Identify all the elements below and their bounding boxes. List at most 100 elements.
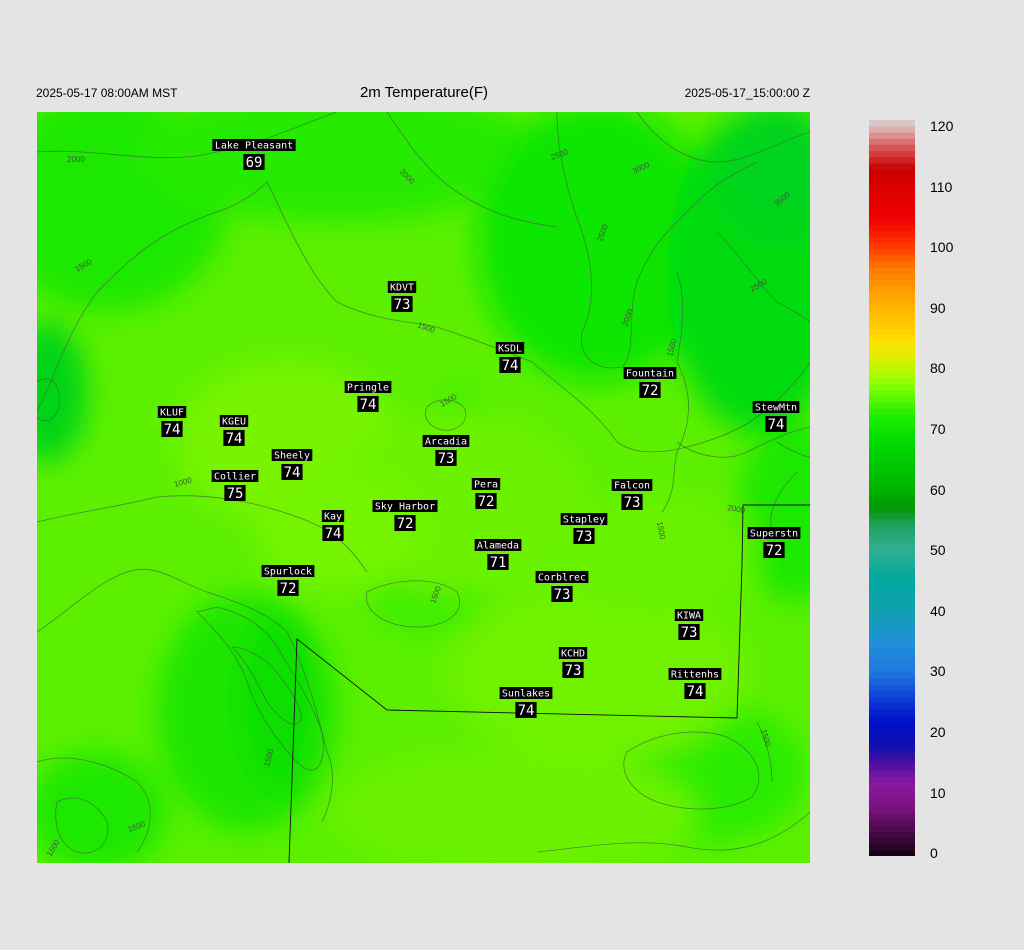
colorbar-segment [869,169,915,176]
colorbar-segment [869,438,915,446]
colorbar-segment [869,831,915,839]
colorbar-segment [869,788,915,796]
colorbar-segment [869,714,915,722]
station-temperature: 73 [565,663,582,679]
colorbar-segment [869,389,915,397]
station-name: Sheely [274,451,310,462]
colorbar-segment [869,500,915,507]
colorbar-segment [869,420,915,428]
colorbar-segment [869,218,915,225]
colorbar-segment [869,849,915,856]
colorbar-segment [869,224,915,231]
colorbar-segment [869,310,915,317]
colorbar-tick: 30 [930,663,946,680]
station-temperature: 75 [227,486,244,502]
colorbar-segment [869,445,915,452]
colorbar-segment [869,212,915,219]
colorbar-segment [869,837,915,845]
colorbar-tick: 110 [930,178,953,195]
colorbar-segment [869,273,915,280]
colorbar-segment [869,727,915,734]
colorbar-segment [869,604,915,612]
colorbar-segment [869,782,915,790]
colorbar-segment [869,328,915,336]
station-marker: KSDL 74 [495,342,525,374]
colorbar-segment [869,684,915,691]
station-name: Arcadia [425,437,467,448]
colorbar-segment [869,825,915,832]
colorbar-segment [869,530,915,538]
colorbar-segment [869,353,915,360]
colorbar-segment [869,285,915,293]
station-marker: KIWA 73 [674,609,704,641]
colorbar-segment [869,402,915,409]
colorbar-segment [869,414,915,422]
colorbar-segment [869,193,915,201]
colorbar-segment [869,629,915,636]
colorbar-segment [869,524,915,532]
colorbar-segment [869,512,915,520]
colorbar-segment [869,537,915,544]
colorbar-segment [869,506,915,514]
station-name: Pringle [347,383,389,394]
colorbar-segment [869,181,915,188]
colorbar-segment [869,426,915,434]
station-temperature: 73 [624,495,641,511]
colorbar-segment [869,567,915,575]
colorbar-segment [869,739,915,747]
colorbar-segment [869,819,915,826]
colorbar-segment [869,132,915,139]
valid-time-utc: 2025-05-17_15:00:00 Z [684,86,810,100]
station-temperature: 74 [687,684,704,700]
colorbar-segment [869,672,915,679]
station-temperature: 72 [397,516,414,532]
colorbar-segment [869,340,915,348]
colorbar-segment [869,690,915,698]
colorbar-segment [869,622,915,630]
station-name: Rittenhs [671,670,719,681]
colorbar-segment [869,408,915,415]
station-temperature: 73 [576,529,593,545]
station-name: Pera [474,480,498,491]
station-marker: Kay 74 [321,510,345,542]
colorbar-segment [869,126,915,133]
colorbar-segment [869,248,915,256]
station-name: Lake Pleasant [215,141,293,152]
colorbar-segment [869,365,915,372]
colorbar-segment [869,451,915,458]
station-temperature: 72 [642,383,659,399]
station-temperature: 74 [164,422,181,438]
station-name: KSDL [498,344,522,355]
station-name: Corblrec [538,573,586,584]
station-temperature: 74 [502,358,519,374]
colorbar-segment [869,573,915,581]
station-temperature: 73 [438,451,455,467]
station-marker: KGEU 74 [219,415,249,447]
colorbar-segment [869,665,915,673]
colorbar-segment [869,316,915,323]
colorbar-segment [869,230,915,238]
colorbar-segment [869,254,915,262]
colorbar-segment [869,794,915,802]
station-temperature: 69 [246,155,263,171]
colorbar-segment [869,745,915,753]
colorbar-segment [869,138,915,146]
station-name: Kay [324,512,342,523]
colorbar-segment [869,764,915,771]
station-temperature: 73 [394,297,411,313]
colorbar-segment [869,708,915,716]
colorbar-tick: 0 [930,845,938,862]
station-name: Sky Harbor [375,502,435,513]
colorbar-segment [869,653,915,661]
colorbar-segment [869,383,915,391]
colorbar-segment [869,494,915,501]
contour-label: 2000 [67,155,85,164]
station-temperature: 74 [284,465,301,481]
colorbar-segment [869,776,915,783]
station-temperature: 73 [681,625,698,641]
station-temperature: 74 [325,526,342,542]
station-marker: KDVT 73 [387,281,417,313]
colorbar-segment [869,463,915,471]
colorbar-segment [869,843,915,851]
colorbar-tick: 120 [930,118,954,134]
